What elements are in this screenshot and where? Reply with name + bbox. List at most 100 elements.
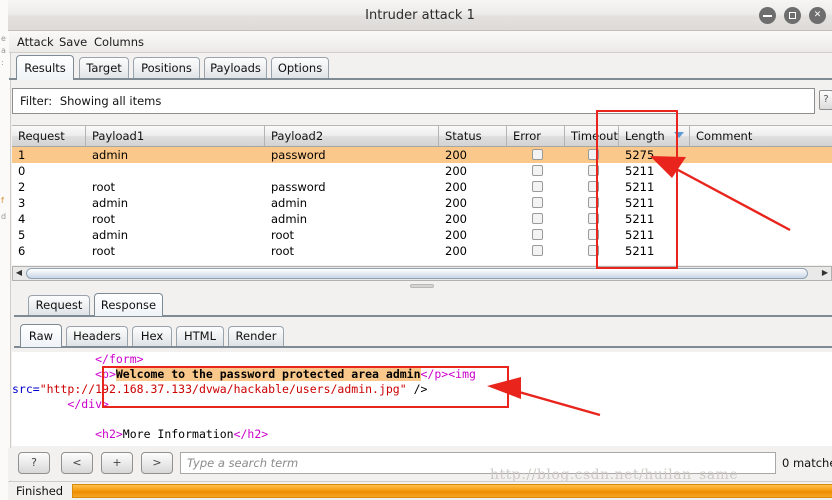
tab-underline xyxy=(9,78,832,80)
tab-headers[interactable]: Headers xyxy=(66,326,128,346)
filter-bar[interactable]: Filter: Showing all items xyxy=(12,88,815,114)
tab-raw[interactable]: Raw xyxy=(20,324,62,347)
tab-options[interactable]: Options xyxy=(271,57,329,79)
tab-payloads[interactable]: Payloads xyxy=(204,57,267,79)
attack-progress-bar xyxy=(72,484,832,498)
results-table: Request Payload1 Payload2 Status Error T… xyxy=(12,125,832,265)
column-header-timeout[interactable]: Timeout xyxy=(565,126,619,146)
close-button[interactable]: ✕ xyxy=(809,7,826,24)
code-segment: </h2> xyxy=(233,427,269,441)
cell-status: 200 xyxy=(445,244,467,258)
column-header-payload1[interactable]: Payload1 xyxy=(86,126,265,146)
scroll-left-arrow-icon[interactable]: ◀ xyxy=(13,268,25,279)
cell-request: 6 xyxy=(18,244,26,258)
table-row[interactable]: 3 admin admin 200 5211 xyxy=(12,195,832,211)
filter-help-button[interactable]: ? xyxy=(819,90,832,110)
cell-timeout-checkbox[interactable] xyxy=(588,245,599,256)
cell-status: 200 xyxy=(445,164,467,178)
response-body-line: </form> xyxy=(12,352,144,367)
panel-split-handle[interactable] xyxy=(410,284,434,288)
tab-render[interactable]: Render xyxy=(228,326,284,346)
cell-error-checkbox[interactable] xyxy=(532,165,543,176)
tab-html[interactable]: HTML xyxy=(176,326,224,346)
search-help-button[interactable]: ? xyxy=(18,452,50,474)
search-matches-count: 0 matche xyxy=(782,456,832,470)
cell-status: 200 xyxy=(445,148,467,162)
column-header-comment[interactable]: Comment xyxy=(690,126,832,146)
cell-timeout-checkbox[interactable] xyxy=(588,181,599,192)
scrollbar-thumb[interactable] xyxy=(26,268,808,279)
view-tab-strip: Raw Headers Hex HTML Render xyxy=(14,324,832,347)
maximize-button[interactable] xyxy=(784,7,801,24)
search-prev-button[interactable]: < xyxy=(61,452,93,474)
cell-error-checkbox[interactable] xyxy=(532,229,543,240)
menu-item-attack[interactable]: Attack xyxy=(13,34,58,50)
table-row[interactable]: 0 200 5211 xyxy=(12,163,832,179)
message-tab-strip: Request Response xyxy=(14,293,832,316)
search-add-button[interactable]: + xyxy=(101,452,133,474)
column-header-payload2[interactable]: Payload2 xyxy=(265,126,439,146)
window-title: Intruder attack 1 xyxy=(365,8,475,23)
filter-label-text: Filter: xyxy=(20,94,53,108)
cell-request: 5 xyxy=(18,228,26,242)
view-tab-underline xyxy=(14,346,832,348)
column-header-length[interactable]: Length xyxy=(619,126,690,146)
cell-timeout-checkbox[interactable] xyxy=(588,149,599,160)
cell-error-checkbox[interactable] xyxy=(532,149,543,160)
response-body-line: <p>Welcome to the password protected are… xyxy=(12,367,476,382)
status-bar: Finished xyxy=(8,481,832,500)
ghost-fragment-2: : xyxy=(1,58,4,67)
column-header-request[interactable]: Request xyxy=(12,126,86,146)
results-horizontal-scrollbar[interactable]: ◀ ▶ xyxy=(12,266,832,281)
table-row[interactable]: 6 root root 200 5211 xyxy=(12,243,832,259)
code-segment: <p> xyxy=(95,367,116,381)
tab-results[interactable]: Results xyxy=(16,55,74,80)
cell-request: 0 xyxy=(18,164,26,178)
filter-value-text: Showing all items xyxy=(59,94,162,108)
cell-timeout-checkbox[interactable] xyxy=(588,213,599,224)
response-body-line: <h2>More Information</h2> xyxy=(12,427,268,442)
cell-error-checkbox[interactable] xyxy=(532,197,543,208)
table-row[interactable]: 5 admin root 200 5211 xyxy=(12,227,832,243)
table-body: 1 admin password 200 5275 0 200 5211 2 r… xyxy=(12,147,832,265)
cell-payload2: root xyxy=(271,244,295,258)
cell-length: 5275 xyxy=(625,148,655,162)
cell-error-checkbox[interactable] xyxy=(532,181,543,192)
cell-timeout-checkbox[interactable] xyxy=(588,229,599,240)
cell-length: 5211 xyxy=(625,244,655,258)
cell-request: 3 xyxy=(18,196,26,210)
cell-error-checkbox[interactable] xyxy=(532,245,543,256)
minimize-button[interactable] xyxy=(759,7,776,24)
code-segment: </form> xyxy=(95,352,144,366)
column-header-status[interactable]: Status xyxy=(439,126,507,146)
cell-timeout-checkbox[interactable] xyxy=(588,197,599,208)
main-tab-strip: Results Target Positions Payloads Option… xyxy=(9,55,832,80)
response-body-viewer[interactable]: </form> <p>Welcome to the password prote… xyxy=(12,352,832,446)
table-row[interactable]: 4 root admin 200 5211 xyxy=(12,211,832,227)
cell-length: 5211 xyxy=(625,180,655,194)
cell-payload2: admin xyxy=(271,196,308,210)
tab-response[interactable]: Response xyxy=(94,293,163,316)
column-header-error[interactable]: Error xyxy=(507,126,565,146)
menu-item-columns[interactable]: Columns xyxy=(90,34,148,50)
tab-positions[interactable]: Positions xyxy=(133,57,200,79)
code-segment: <img xyxy=(448,367,476,381)
sort-descending-icon xyxy=(674,132,684,138)
tab-hex[interactable]: Hex xyxy=(132,326,172,346)
table-row[interactable]: 1 admin password 200 5275 xyxy=(12,147,832,163)
search-next-button[interactable]: > xyxy=(141,452,173,474)
cell-length: 5211 xyxy=(625,196,655,210)
table-header-row: Request Payload1 Payload2 Status Error T… xyxy=(12,126,832,147)
cell-request: 2 xyxy=(18,180,26,194)
cell-timeout-checkbox[interactable] xyxy=(588,165,599,176)
title-bar: Intruder attack 1 ✕ xyxy=(8,0,832,31)
cell-status: 200 xyxy=(445,180,467,194)
cell-request: 4 xyxy=(18,212,26,226)
scroll-right-arrow-icon[interactable]: ▶ xyxy=(819,268,831,279)
response-body-line: </div> xyxy=(12,397,109,412)
tab-request[interactable]: Request xyxy=(28,295,90,315)
cell-error-checkbox[interactable] xyxy=(532,213,543,224)
menu-item-save[interactable]: Save xyxy=(55,34,91,50)
table-row[interactable]: 2 root password 200 5211 xyxy=(12,179,832,195)
tab-target[interactable]: Target xyxy=(79,57,129,79)
